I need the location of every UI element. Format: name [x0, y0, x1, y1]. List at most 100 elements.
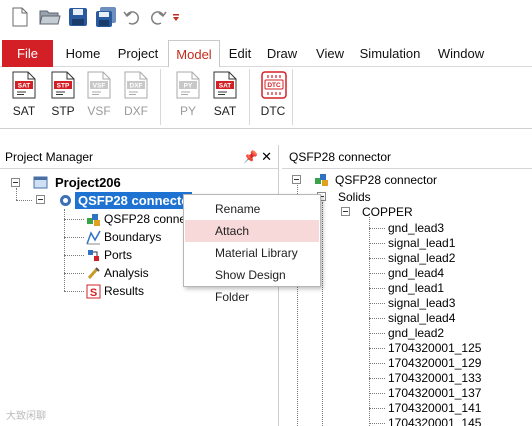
import-sat-label: SAT — [12, 104, 36, 118]
tree-guide — [369, 318, 385, 319]
tab-window[interactable]: Window — [432, 40, 490, 67]
tree-item-boundarys[interactable]: Boundarys — [104, 230, 161, 244]
import-dxf-button[interactable]: DXF DXF — [118, 71, 154, 118]
import-sat-button[interactable]: SAT SAT — [6, 71, 42, 118]
part-node[interactable]: gnd_lead1 — [388, 281, 444, 295]
tree-guide — [369, 378, 385, 379]
solids-node[interactable]: Solids — [338, 190, 371, 204]
model-root-icon — [315, 174, 328, 186]
tree-guide — [369, 348, 385, 349]
customize-dropdown-icon[interactable] — [170, 5, 182, 29]
close-icon[interactable]: ✕ — [261, 145, 272, 169]
import-vsf-button[interactable]: VSF VSF — [81, 71, 117, 118]
analysis-icon — [87, 267, 100, 279]
tree-guide — [369, 228, 385, 229]
svg-text:S: S — [90, 287, 97, 299]
project-node[interactable]: Project206 — [55, 175, 121, 190]
ribbon-panel: SAT SAT STP STP VSF VSF DXF DXF PY PY SA… — [0, 67, 532, 129]
part-node[interactable]: signal_lead1 — [388, 236, 455, 250]
import-stp-button[interactable]: STP STP — [45, 71, 81, 118]
export-sat-label: SAT — [213, 104, 237, 118]
svg-text:DTC: DTC — [267, 82, 281, 89]
svg-text:SAT: SAT — [219, 83, 232, 90]
dtc-label: DTC — [260, 104, 286, 118]
stp-file-icon: STP — [51, 71, 75, 99]
ribbon-separator — [249, 69, 250, 125]
svg-text:DXF: DXF — [130, 83, 143, 90]
part-node[interactable]: gnd_lead3 — [388, 221, 444, 235]
menu-item-attach[interactable]: Attach — [185, 220, 319, 242]
model-icon — [87, 214, 100, 226]
collapse-toggle-copper[interactable] — [341, 207, 350, 216]
dtc-button[interactable]: DTC DTC — [255, 71, 291, 118]
tree-guide — [16, 200, 32, 201]
vsf-file-icon: VSF — [87, 71, 111, 99]
part-node[interactable]: 1704320001_133 — [388, 371, 481, 385]
collapse-toggle-design[interactable] — [36, 195, 45, 204]
tree-guide — [369, 288, 385, 289]
tab-edit[interactable]: Edit — [224, 40, 256, 67]
collapse-toggle-project[interactable] — [11, 178, 20, 187]
tree-item-results[interactable]: Results — [104, 284, 144, 298]
tree-guide — [369, 393, 385, 394]
ribbon-separator — [160, 69, 161, 125]
project-manager-header: Project Manager 📌 ✕ — [0, 145, 278, 169]
tab-draw[interactable]: Draw — [262, 40, 302, 67]
tree-guide — [369, 408, 385, 409]
menu-item-material-library[interactable]: Material Library — [185, 242, 319, 264]
part-node[interactable]: signal_lead2 — [388, 251, 455, 265]
tab-model[interactable]: Model — [168, 40, 220, 68]
dxf-file-icon: DXF — [124, 71, 148, 99]
tree-item-model[interactable]: QSFP28 conne — [104, 212, 186, 226]
tree-item-analysis[interactable]: Analysis — [104, 266, 149, 280]
part-node[interactable]: gnd_lead4 — [388, 266, 444, 280]
collapse-toggle-model-root[interactable] — [292, 175, 301, 184]
export-py-button[interactable]: PY PY — [170, 71, 206, 118]
tree-guide — [64, 291, 84, 292]
tab-home[interactable]: Home — [60, 40, 106, 67]
new-file-icon[interactable] — [8, 5, 32, 29]
part-node[interactable]: 1704320001_129 — [388, 356, 481, 370]
open-folder-icon[interactable] — [38, 5, 62, 29]
tree-guide — [369, 258, 385, 259]
watermark-text: 大致闲聊 — [6, 411, 46, 422]
part-node[interactable]: signal_lead4 — [388, 311, 455, 325]
tab-project[interactable]: Project — [112, 40, 164, 67]
part-node[interactable]: 1704320001_125 — [388, 341, 481, 355]
svg-text:VSF: VSF — [93, 83, 106, 90]
model-tree-title: QSFP28 connector — [282, 145, 532, 169]
undo-icon[interactable] — [120, 5, 144, 29]
tree-guide — [369, 333, 385, 334]
design-node[interactable]: QSFP28 connecto — [75, 192, 193, 209]
tab-simulation[interactable]: Simulation — [358, 40, 422, 67]
pin-icon[interactable]: 📌 — [243, 145, 258, 169]
model-root-node[interactable]: QSFP28 connector — [335, 173, 437, 187]
tab-view[interactable]: View — [308, 40, 352, 67]
py-file-icon: PY — [176, 71, 200, 99]
save-icon[interactable] — [66, 5, 90, 29]
svg-text:STP: STP — [57, 83, 70, 90]
tree-guide — [64, 209, 65, 291]
export-py-label: PY — [179, 104, 196, 118]
ports-icon — [88, 250, 99, 261]
part-node[interactable]: 1704320001_141 — [388, 401, 481, 415]
redo-icon[interactable] — [146, 5, 170, 29]
menu-item-show-design-folder[interactable]: Show Design Folder — [185, 264, 319, 304]
tree-item-ports[interactable]: Ports — [104, 248, 132, 262]
tree-guide — [16, 188, 17, 200]
tree-guide — [369, 423, 385, 424]
project-icon — [33, 176, 48, 189]
results-icon: S — [86, 284, 101, 299]
part-node[interactable]: gnd_lead2 — [388, 326, 444, 340]
part-node[interactable]: signal_lead3 — [388, 296, 455, 310]
ribbon-tab-bar: File Home Project Model Edit Draw View S… — [0, 40, 532, 68]
sat-file-icon: SAT — [12, 71, 36, 99]
save-all-icon[interactable] — [94, 5, 118, 29]
export-sat-button[interactable]: SAT SAT — [207, 71, 243, 118]
menu-item-rename[interactable]: Rename — [185, 198, 319, 220]
part-node[interactable]: 1704320001_145 — [388, 416, 481, 426]
part-node[interactable]: 1704320001_137 — [388, 386, 481, 400]
svg-text:PY: PY — [184, 83, 193, 90]
ribbon-separator — [292, 69, 293, 125]
tab-file[interactable]: File — [2, 40, 53, 67]
